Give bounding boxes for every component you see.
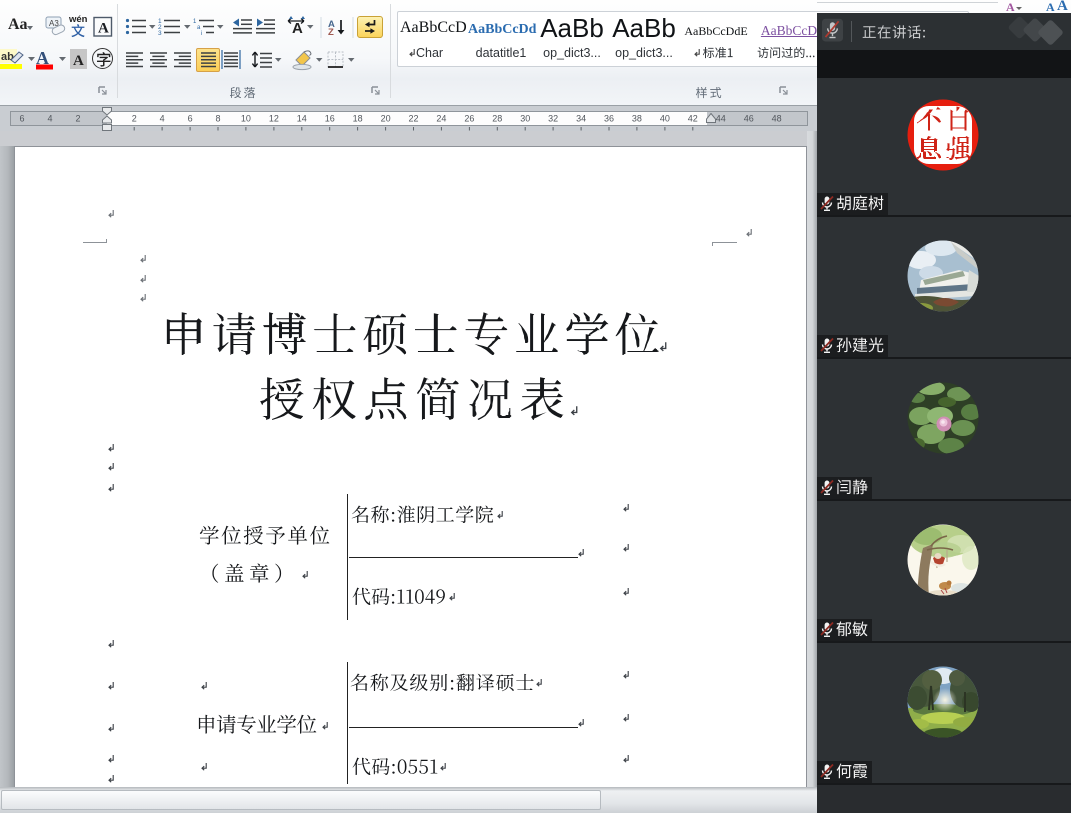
svg-text:12: 12: [269, 114, 279, 124]
svg-text:42: 42: [688, 114, 698, 124]
svg-text:46: 46: [744, 114, 754, 124]
svg-text:32: 32: [548, 114, 558, 124]
svg-text:34: 34: [576, 114, 586, 124]
svg-text:2: 2: [132, 114, 137, 124]
svg-text:14: 14: [297, 114, 307, 124]
svg-text:24: 24: [436, 114, 446, 124]
svg-text:40: 40: [660, 114, 670, 124]
svg-text:30: 30: [520, 114, 530, 124]
svg-text:26: 26: [464, 114, 474, 124]
svg-text:44: 44: [716, 114, 726, 124]
svg-text:16: 16: [325, 114, 335, 124]
svg-text:10: 10: [241, 114, 251, 124]
svg-text:20: 20: [381, 114, 391, 124]
svg-text:38: 38: [632, 114, 642, 124]
svg-text:48: 48: [772, 114, 782, 124]
svg-text:4: 4: [47, 114, 52, 124]
svg-text:6: 6: [19, 114, 24, 124]
svg-text:6: 6: [188, 114, 193, 124]
svg-text:28: 28: [492, 114, 502, 124]
svg-text:4: 4: [160, 114, 165, 124]
svg-text:18: 18: [353, 114, 363, 124]
svg-text:36: 36: [604, 114, 614, 124]
svg-text:22: 22: [408, 114, 418, 124]
svg-text:2: 2: [75, 114, 80, 124]
svg-text:8: 8: [215, 114, 220, 124]
